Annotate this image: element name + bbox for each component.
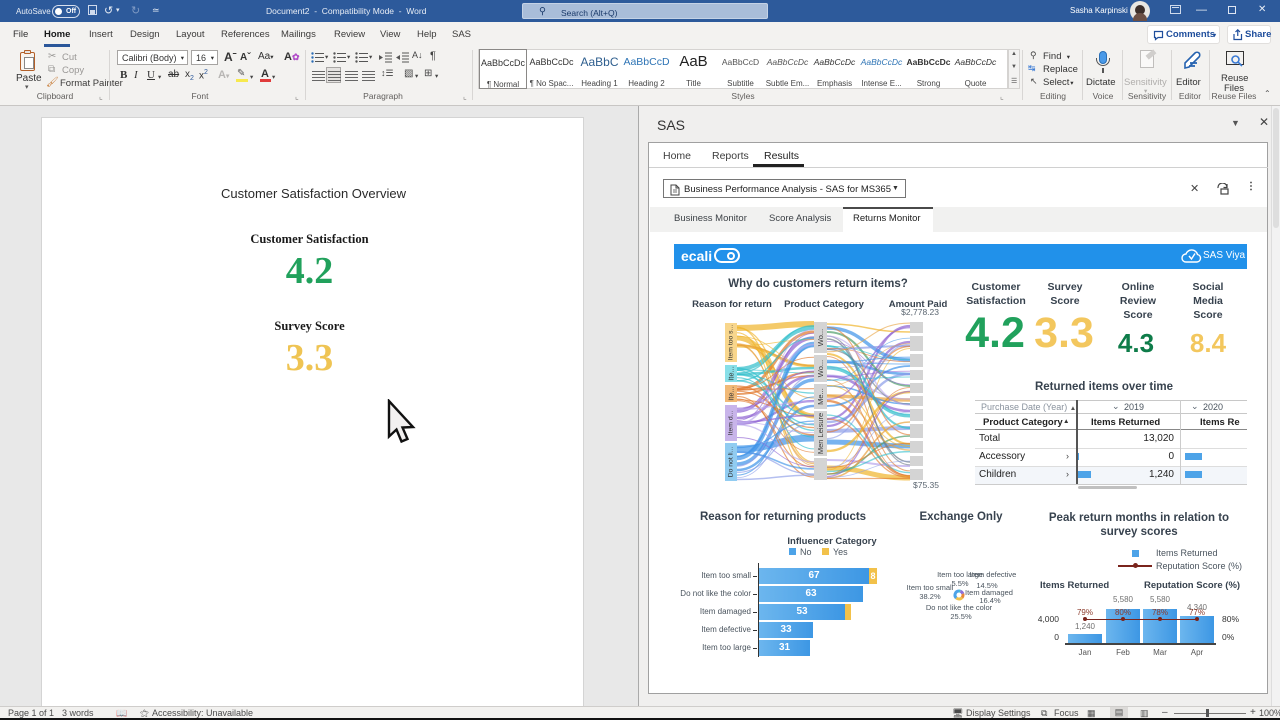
svg-text:Me...: Me... xyxy=(816,388,825,405)
svg-text:Men Leisure: Men Leisure xyxy=(816,413,825,454)
svg-text:Wo...: Wo... xyxy=(816,329,825,346)
svg-text:Item d...: Item d... xyxy=(728,411,735,436)
svg-text:Wo...: Wo... xyxy=(816,360,825,377)
svg-text:Item too s...: Item too s... xyxy=(728,325,735,361)
svg-text:Ite...: Ite... xyxy=(727,386,736,401)
svg-text:Ite...: Ite... xyxy=(727,366,736,381)
svg-text:Do not li...: Do not li... xyxy=(728,447,735,478)
